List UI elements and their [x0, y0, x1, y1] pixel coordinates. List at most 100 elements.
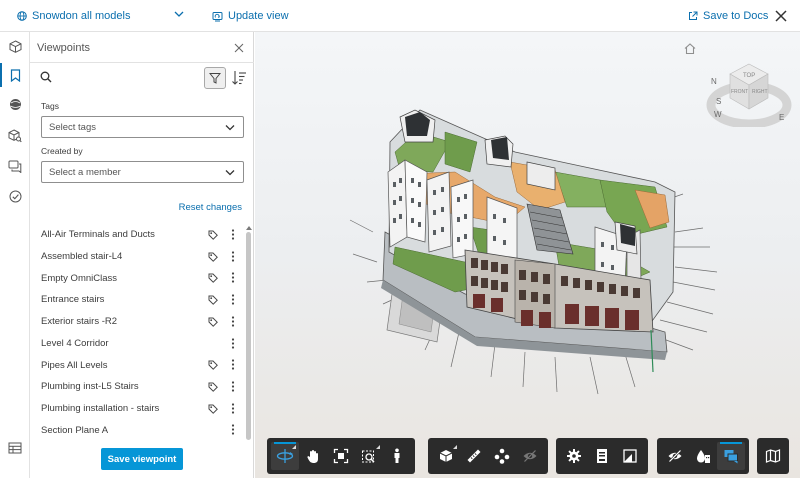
viewpoint-name: Plumbing installation - stairs	[41, 402, 160, 414]
chevron-down-icon[interactable]	[174, 10, 184, 18]
update-view-label: Update view	[228, 10, 289, 22]
toolbar-map	[757, 438, 789, 474]
measure-button[interactable]	[460, 442, 488, 470]
viewcube[interactable]: N W S E TOP FRONT RIGHT	[706, 61, 792, 127]
compass-n: N	[711, 77, 717, 86]
member-select-placeholder: Select a member	[49, 166, 121, 178]
globe-icon	[17, 11, 27, 21]
list-item[interactable]: Empty OmniClass	[30, 267, 246, 289]
model-viewport[interactable]: N W S E TOP FRONT RIGHT	[255, 32, 800, 478]
list-item[interactable]: Plumbing installation - stairs	[30, 398, 246, 420]
ghost-button[interactable]	[516, 442, 544, 470]
tags-label: Tags	[41, 101, 59, 111]
more-vertical-icon[interactable]	[231, 251, 235, 262]
bookmark-icon	[10, 68, 20, 82]
submenu-indicator	[376, 445, 380, 449]
more-vertical-icon[interactable]	[231, 424, 235, 435]
rail-properties-button[interactable]	[0, 124, 30, 148]
close-icon[interactable]	[774, 9, 788, 23]
rail-viewpoints-button[interactable]	[0, 63, 30, 87]
ruler-icon	[467, 449, 481, 463]
sphere-icon	[9, 98, 21, 110]
scrollbar[interactable]	[246, 232, 251, 440]
check-circle-icon	[9, 190, 21, 202]
tag-icon[interactable]	[208, 230, 218, 240]
update-view-button[interactable]: Update view	[212, 8, 289, 24]
list-item[interactable]: Level 4 Corridor	[30, 333, 246, 355]
markup-viewpoint-button[interactable]	[717, 442, 745, 470]
fit-view-button[interactable]	[327, 442, 355, 470]
viewpoint-name: Section Plane A	[41, 424, 109, 436]
rail-models-button[interactable]	[0, 34, 30, 58]
list-item[interactable]: Entrance stairs	[30, 289, 246, 311]
more-vertical-icon[interactable]	[231, 359, 235, 370]
submenu-indicator	[453, 445, 457, 449]
zoom-button[interactable]	[355, 442, 383, 470]
more-vertical-icon[interactable]	[231, 316, 235, 327]
filter-button[interactable]	[204, 67, 226, 89]
minimap-button[interactable]	[759, 442, 787, 470]
reset-changes-link[interactable]: Reset changes	[179, 202, 242, 213]
tag-icon[interactable]	[208, 295, 218, 306]
save-to-docs-button[interactable]: Save to Docs	[688, 8, 768, 24]
tag-icon[interactable]	[208, 317, 218, 327]
list-item[interactable]: All-Air Terminals and Ducts	[30, 224, 246, 246]
chevron-down-icon	[225, 170, 235, 176]
list-item[interactable]: Section Plane A	[30, 419, 246, 441]
compass-s: S	[716, 97, 721, 106]
fullscreen-button[interactable]	[616, 442, 644, 470]
explode-model-icon	[494, 448, 510, 464]
sort-icon[interactable]	[231, 69, 247, 87]
cube-search-icon	[8, 129, 22, 143]
hide-button[interactable]	[661, 442, 689, 470]
tags-select[interactable]: Select tags	[41, 116, 244, 138]
search-icon[interactable]	[40, 71, 52, 83]
rail-issues-button[interactable]	[0, 184, 30, 208]
settings-button[interactable]	[560, 442, 588, 470]
tag-icon[interactable]	[208, 273, 218, 284]
rail-table-button[interactable]	[0, 436, 30, 460]
viewpoint-name: All-Air Terminals and Ducts	[41, 229, 155, 241]
viewpoint-name: Plumbing inst-L5 Stairs	[41, 381, 139, 393]
walk-button[interactable]	[383, 442, 411, 470]
viewcube-right: RIGHT	[752, 89, 768, 95]
more-vertical-icon[interactable]	[231, 337, 235, 349]
list-item[interactable]: Pipes All Levels	[30, 354, 246, 376]
list-item[interactable]: Exterior stairs -R2	[30, 311, 246, 333]
tag-icon[interactable]	[208, 404, 218, 414]
save-viewpoint-button[interactable]: Save viewpoint	[101, 448, 183, 470]
more-vertical-icon[interactable]	[231, 272, 235, 283]
close-icon[interactable]	[233, 42, 245, 54]
more-vertical-icon[interactable]	[231, 294, 235, 305]
model-browser-button[interactable]	[588, 442, 616, 470]
member-select[interactable]: Select a member	[41, 161, 244, 183]
orbit-button[interactable]	[271, 442, 299, 470]
isolate-button[interactable]	[689, 442, 717, 470]
cube-icon	[9, 39, 21, 53]
filter-icon	[209, 73, 221, 84]
explode-button[interactable]	[488, 442, 516, 470]
left-rail	[0, 32, 30, 478]
viewpoints-panel: Viewpoints Tags Select tags Created by S…	[30, 32, 254, 478]
pan-button[interactable]	[299, 442, 327, 470]
rail-sheets-button[interactable]	[0, 92, 30, 116]
list-item[interactable]: Plumbing inst-L5 Stairs	[30, 376, 246, 398]
section-button[interactable]	[432, 442, 460, 470]
tag-icon[interactable]	[208, 360, 218, 371]
tag-icon[interactable]	[208, 252, 218, 262]
tag-icon[interactable]	[208, 382, 218, 392]
rail-comments-button[interactable]	[0, 154, 30, 178]
viewpoint-name: Pipes All Levels	[41, 359, 108, 371]
viewpoint-name: Assembled stair-L4	[41, 251, 123, 263]
list-item[interactable]: Assembled stair-L4	[30, 246, 246, 268]
panel-title: Viewpoints	[37, 42, 90, 54]
more-vertical-icon[interactable]	[231, 381, 235, 392]
more-vertical-icon[interactable]	[231, 229, 235, 240]
home-icon[interactable]	[683, 42, 697, 55]
scroll-up-arrow[interactable]	[246, 226, 252, 230]
tags-select-placeholder: Select tags	[49, 121, 96, 133]
gear-icon	[567, 449, 581, 463]
more-vertical-icon[interactable]	[231, 402, 235, 414]
model-selector[interactable]: Snowdon all models	[17, 8, 130, 24]
section-box-icon	[439, 450, 453, 462]
